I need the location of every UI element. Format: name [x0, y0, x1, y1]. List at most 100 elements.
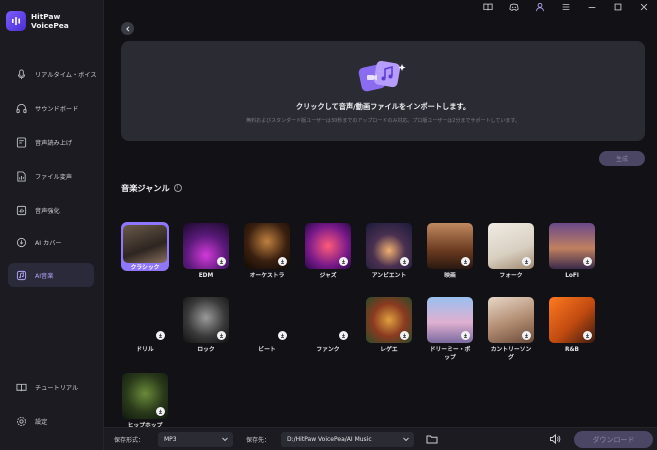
genre-card[interactable]: ロック	[183, 297, 229, 355]
folder-icon[interactable]	[426, 433, 438, 445]
genre-card[interactable]: クラシック	[121, 222, 169, 273]
download-icon[interactable]	[400, 257, 409, 266]
user-icon[interactable]	[527, 0, 553, 14]
genre-label: ビート	[258, 347, 276, 353]
genre-card[interactable]: カントリーソング	[488, 297, 534, 362]
text-to-speech-icon	[16, 136, 27, 148]
download-icon[interactable]	[217, 331, 226, 340]
import-dropzone[interactable]: クリックして音声/動画ファイルをインポートします。 無料およびスタンダード版ユー…	[121, 41, 645, 141]
sidebar: HitPaw VoicePea リアルタイム・ボイス サウンドボード 音声読み上…	[0, 0, 104, 450]
format-value: MP3	[164, 436, 177, 443]
genre-label: EDM	[198, 273, 214, 279]
download-icon[interactable]	[583, 257, 592, 266]
genre-card[interactable]: R&B	[549, 297, 595, 355]
genre-label: ジャズ	[319, 273, 337, 279]
ai-music-icon	[16, 270, 27, 280]
download-icon[interactable]	[522, 257, 531, 266]
genre-card[interactable]: LoFi	[549, 223, 595, 281]
download-icon[interactable]	[522, 331, 531, 340]
discord-icon[interactable]	[501, 0, 527, 14]
import-title: クリックして音声/動画ファイルをインポートします。	[295, 102, 471, 111]
genre-label: カントリーソング	[490, 347, 532, 361]
genre-card[interactable]: ドリル	[122, 297, 168, 355]
genre-label: クラシック	[130, 265, 160, 271]
download-icon[interactable]	[400, 331, 409, 340]
minimize-icon[interactable]	[579, 0, 605, 14]
sidebar-item-label: 音声強化	[35, 207, 60, 215]
genre-card[interactable]: EDM	[183, 223, 229, 281]
genre-thumbnail	[549, 297, 595, 343]
save-path-select[interactable]: D:/HitPaw VoicePea/AI Music	[281, 432, 414, 447]
sidebar-item-ai-music[interactable]: AI音楽	[8, 263, 94, 287]
download-icon[interactable]	[339, 331, 348, 340]
app-name-line2: VoicePea	[31, 21, 69, 30]
format-select[interactable]: MP3	[158, 432, 233, 447]
genre-thumbnail	[305, 223, 351, 269]
back-button[interactable]	[121, 22, 134, 35]
genre-card[interactable]: ジャズ	[305, 223, 351, 281]
app-logo-icon	[6, 11, 26, 31]
ai-cover-icon	[16, 237, 27, 247]
generate-button[interactable]: 生成	[599, 151, 645, 166]
genre-card[interactable]: ファンク	[305, 297, 351, 355]
genre-thumbnail	[122, 373, 168, 419]
genre-card[interactable]: フォーク	[488, 223, 534, 281]
download-icon[interactable]	[583, 331, 592, 340]
sidebar-item-file-voice[interactable]: ファイル変声	[8, 164, 94, 188]
download-button[interactable]: ダウンロード	[574, 431, 653, 448]
volume-icon[interactable]	[549, 433, 561, 445]
genre-thumbnail	[488, 223, 534, 269]
genre-thumbnail	[183, 297, 229, 343]
download-icon[interactable]	[339, 257, 348, 266]
sidebar-item-label: AI カバー	[35, 239, 62, 247]
download-icon[interactable]	[217, 257, 226, 266]
genre-card[interactable]: ビート	[244, 297, 290, 355]
genre-card[interactable]: オーケストラ	[244, 223, 290, 281]
close-icon[interactable]	[631, 0, 657, 14]
sidebar-item-ai-cover[interactable]: AI カバー	[8, 230, 94, 254]
genre-card[interactable]: ヒップホップ	[122, 373, 168, 431]
app-name-line1: HitPaw	[31, 12, 61, 21]
sidebar-item-label: ファイル変声	[35, 173, 73, 181]
menu-icon[interactable]	[553, 0, 579, 14]
settings-icon	[17, 416, 26, 426]
guide-book-icon[interactable]	[475, 0, 501, 14]
genre-thumbnail	[244, 223, 290, 269]
download-icon[interactable]	[156, 331, 165, 340]
download-icon[interactable]	[156, 407, 165, 416]
sidebar-item-label: AI音楽	[35, 272, 54, 280]
sidebar-item-tutorial[interactable]: チュートリアル	[8, 375, 94, 399]
download-icon[interactable]	[461, 257, 470, 266]
info-icon[interactable]: i	[173, 184, 182, 192]
format-label: 保存形式：	[114, 437, 145, 444]
genre-thumbnail	[366, 223, 412, 269]
genre-label: R&B	[565, 347, 579, 353]
download-icon[interactable]	[278, 331, 287, 340]
genre-thumbnail	[122, 297, 168, 343]
chevron-down-icon	[403, 437, 409, 442]
genre-card[interactable]: アンビエント	[366, 223, 412, 281]
genre-label: 映画	[444, 273, 456, 279]
download-icon[interactable]	[278, 257, 287, 266]
media-import-icon	[358, 60, 406, 92]
genre-section-heading: 音楽ジャンル	[121, 183, 170, 193]
genre-thumbnail	[305, 297, 351, 343]
download-icon[interactable]	[461, 331, 470, 340]
import-subtitle: 無料およびスタンダード版ユーザーは30秒までのアップロードのみ対応。プロ版ユーザ…	[246, 118, 520, 124]
sidebar-item-realtime-voice[interactable]: リアルタイム・ボイス	[8, 62, 97, 86]
genre-thumbnail	[427, 223, 473, 269]
sidebar-item-enhance[interactable]: 音声強化	[8, 198, 94, 222]
genre-card[interactable]: ドリーミー・ポップ	[427, 297, 473, 362]
bottom-bar: 保存形式： MP3 保存先： D:/HitPaw VoicePea/AI Mus…	[104, 427, 657, 450]
sidebar-item-settings[interactable]: 設定	[8, 409, 94, 433]
sidebar-item-label: サウンドボード	[35, 105, 79, 113]
genre-card[interactable]: レゲエ	[366, 297, 412, 355]
sidebar-item-text-to-speech[interactable]: 音声読み上げ	[8, 130, 94, 154]
genre-thumbnail	[244, 297, 290, 343]
genre-card[interactable]: 映画	[427, 223, 473, 281]
save-path-label: 保存先：	[246, 437, 271, 444]
maximize-icon[interactable]	[605, 0, 631, 14]
chevron-down-icon	[222, 437, 228, 442]
sidebar-item-soundboard[interactable]: サウンドボード	[8, 96, 94, 120]
genre-thumbnail	[427, 297, 473, 343]
